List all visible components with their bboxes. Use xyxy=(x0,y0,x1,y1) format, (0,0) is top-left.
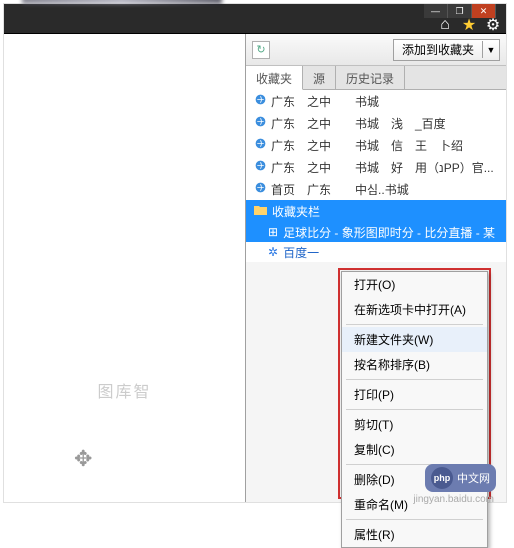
home-icon[interactable]: ⌂ xyxy=(438,18,452,32)
add-favorite-button[interactable]: 添加到收藏夹 ▼ xyxy=(393,39,500,61)
separator xyxy=(346,519,483,520)
ctx-cut[interactable]: 剪切(T) xyxy=(342,412,487,437)
ctx-sort-name[interactable]: 按名称排序(B) xyxy=(342,352,487,377)
star-icon[interactable]: ★ xyxy=(462,18,476,32)
blurred-region xyxy=(22,0,222,4)
refresh-icon[interactable]: ↻ xyxy=(252,41,270,59)
titlebar: — ❐ ✕ ⌂ ★ ⚙ xyxy=(4,4,506,34)
list-item[interactable]: 广东 之中 书城 好 用（נPP）官... xyxy=(246,156,506,178)
add-favorite-label: 添加到收藏夹 xyxy=(394,41,483,58)
ctx-print[interactable]: 打印(P) xyxy=(342,382,487,407)
page-icon xyxy=(254,137,267,153)
context-menu: 打开(O) 在新选项卡中打开(A) 新建文件夹(W) 按名称排序(B) 打印(P… xyxy=(341,271,488,548)
ctx-open-new-tab[interactable]: 在新选项卡中打开(A) xyxy=(342,297,487,322)
page-icon xyxy=(254,115,267,131)
page-icon xyxy=(254,181,267,197)
minimize-button[interactable]: — xyxy=(424,4,448,18)
close-button[interactable]: ✕ xyxy=(472,4,496,18)
list-item[interactable]: ✲ 百度一 xyxy=(246,242,506,262)
window-controls: — ❐ ✕ xyxy=(424,4,496,18)
php-badge-text: 中文网 xyxy=(457,470,490,486)
separator xyxy=(346,379,483,380)
tab-history[interactable]: 历史记录 xyxy=(336,66,405,89)
folder-label: 收藏夹栏 xyxy=(272,203,320,220)
page-icon xyxy=(254,159,267,175)
php-badge: php 中文网 xyxy=(425,464,496,492)
move-handle-icon[interactable]: ✥ xyxy=(74,446,102,474)
favorites-list: 广东 之中 书城 广东 之中 书城 浅 _百度 广东 之中 书城 信 王 卜绍 … xyxy=(246,90,506,262)
tab-feeds[interactable]: 源 xyxy=(303,66,336,89)
watermark-text: 图库智 xyxy=(97,378,151,402)
baidu-icon: ✲ xyxy=(268,245,278,259)
tabbar: 收藏夹 源 历史记录 xyxy=(246,66,506,90)
ctx-copy[interactable]: 复制(C) xyxy=(342,437,487,462)
panel-toolbar: ↻ 添加到收藏夹 ▼ xyxy=(246,34,506,66)
tab-favorites[interactable]: 收藏夹 xyxy=(246,66,303,90)
ctx-new-folder[interactable]: 新建文件夹(W) xyxy=(342,327,487,352)
page-icon xyxy=(254,93,267,109)
gear-icon[interactable]: ⚙ xyxy=(486,18,500,32)
folder-favorites-bar[interactable]: 收藏夹栏 xyxy=(246,200,506,222)
ctx-properties[interactable]: 属性(R) xyxy=(342,522,487,547)
chevron-down-icon[interactable]: ▼ xyxy=(483,45,499,55)
topbar-icons: ⌂ ★ ⚙ xyxy=(438,18,500,32)
separator xyxy=(346,409,483,410)
list-item[interactable]: 广东 之中 书城 浅 _百度 xyxy=(246,112,506,134)
list-item[interactable]: 广东 之中 书城 xyxy=(246,90,506,112)
source-url: jingyan.baidu.com xyxy=(413,494,494,505)
folder-icon xyxy=(254,204,267,218)
php-logo-icon: php xyxy=(431,467,453,489)
list-item-selected[interactable]: ⊞ 足球比分 - 象形图即时分 - 比分直播 - 某 xyxy=(246,222,506,242)
list-item[interactable]: 首页 广东 中심..书城 xyxy=(246,178,506,200)
list-item[interactable]: 广东 之中 书城 信 王 卜绍 xyxy=(246,134,506,156)
site-icon: ⊞ xyxy=(268,225,278,239)
ctx-open[interactable]: 打开(O) xyxy=(342,272,487,297)
left-pane: 图库智 ✥ xyxy=(4,34,246,502)
separator xyxy=(346,324,483,325)
maximize-button[interactable]: ❐ xyxy=(448,4,472,18)
